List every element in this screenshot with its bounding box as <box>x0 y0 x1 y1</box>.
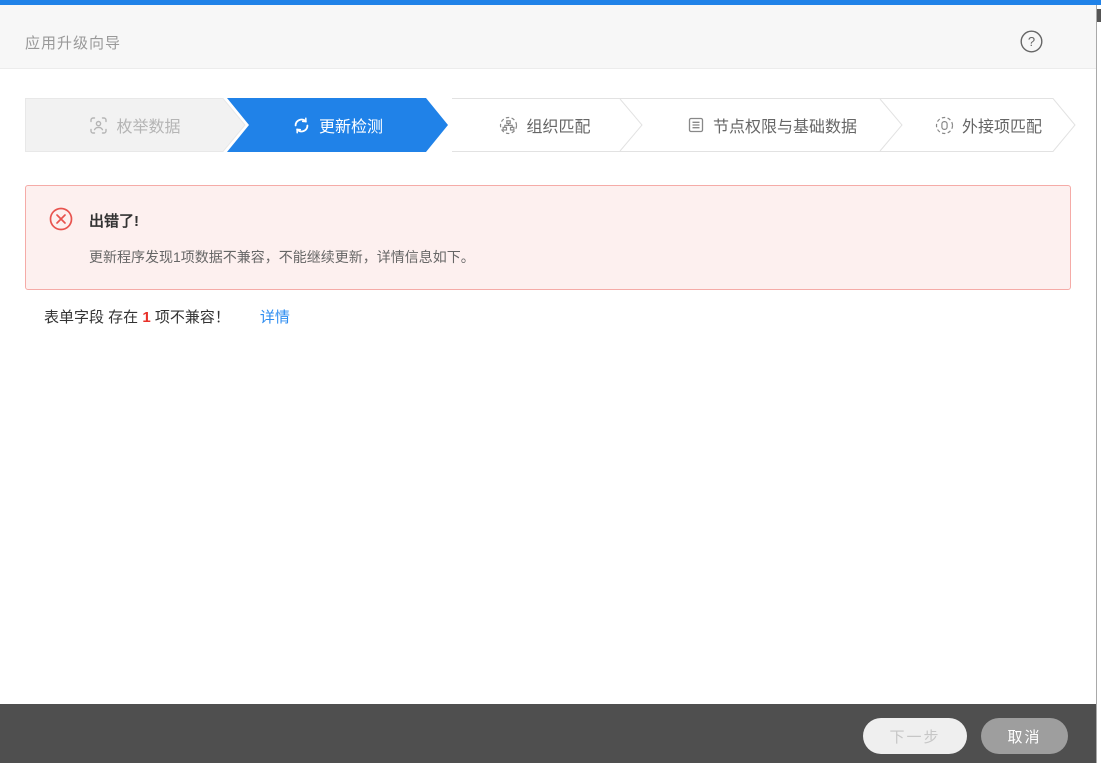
step-label: 外接项匹配 <box>961 119 1042 136</box>
cancel-button[interactable]: 取消 <box>981 718 1068 754</box>
step-label: 枚举数据 <box>116 119 181 136</box>
step-label: 更新检测 <box>318 119 383 136</box>
incompatibility-count: 1 <box>142 309 151 326</box>
next-button[interactable]: 下一步 <box>863 718 967 754</box>
scrollbar[interactable] <box>1096 5 1101 763</box>
enum-data-icon <box>89 116 108 135</box>
step-update-check[interactable]: 更新检测 <box>227 98 448 152</box>
step-node-permission[interactable]: 节点权限与基础数据 <box>642 98 902 152</box>
help-icon[interactable]: ? <box>1020 30 1043 53</box>
dialog-footer: 下一步 取消 <box>0 704 1101 763</box>
error-title: 出错了! <box>89 213 139 230</box>
incompatibility-text-suffix: 项不兼容！ <box>150 309 230 326</box>
incompatibility-text-prefix: 表单字段 存在 <box>44 309 143 326</box>
step-label: 组织匹配 <box>526 119 591 136</box>
org-match-icon <box>499 116 518 135</box>
step-org-match[interactable]: 组织匹配 <box>448 98 642 152</box>
wizard-steps: 枚举数据 更新检测 组织匹配 节点权限与基础数据 外接项匹配 <box>25 98 1076 152</box>
external-item-icon <box>935 116 954 135</box>
node-permission-icon <box>687 116 705 134</box>
help-glyph: ? <box>1028 34 1035 49</box>
incompatibility-row: 表单字段 存在 1 项不兼容！ 详情 <box>44 306 290 327</box>
error-banner: 出错了! 更新程序发现1项数据不兼容，不能继续更新，详情信息如下。 <box>25 185 1071 290</box>
detail-link[interactable]: 详情 <box>260 309 290 326</box>
refresh-icon <box>292 116 311 135</box>
page-title: 应用升级向导 <box>25 35 122 52</box>
upgrade-wizard-dialog: 应用升级向导 ? 枚举数据 更新检测 组织匹配 节点权限与基础数据 外接项匹配 … <box>0 0 1101 763</box>
step-label: 节点权限与基础数据 <box>712 119 857 136</box>
step-enum-data[interactable]: 枚举数据 <box>25 98 245 152</box>
step-external-item-match[interactable]: 外接项匹配 <box>902 98 1075 152</box>
scrollbar-thumb[interactable] <box>1097 9 1101 22</box>
error-message: 更新程序发现1项数据不兼容，不能继续更新，详情信息如下。 <box>89 249 475 265</box>
error-icon <box>49 207 73 231</box>
dialog-header: 应用升级向导 ? <box>0 5 1101 69</box>
